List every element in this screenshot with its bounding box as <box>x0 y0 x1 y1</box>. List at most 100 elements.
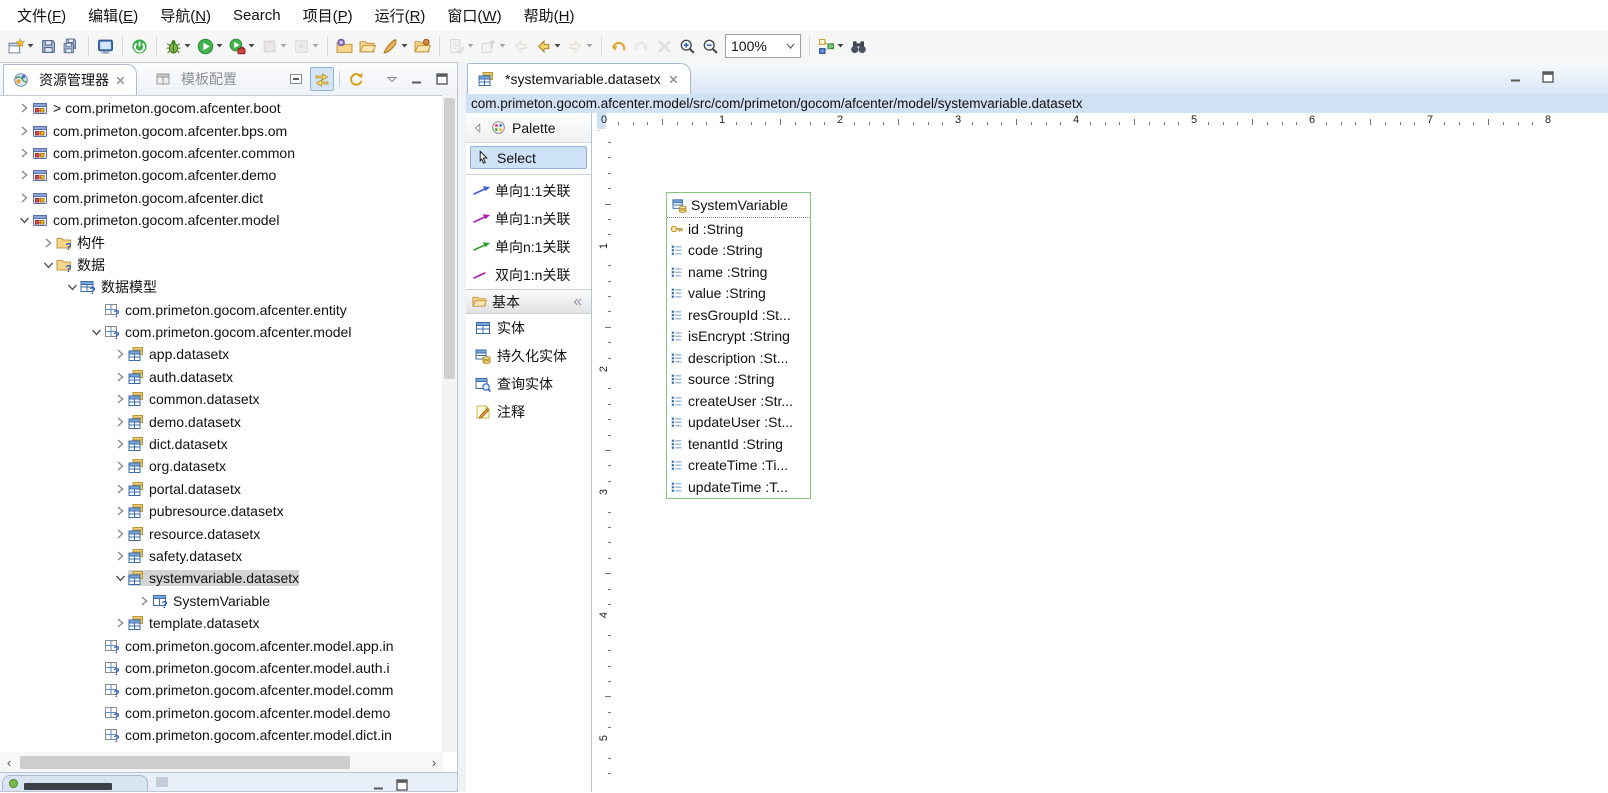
chevron-down-icon[interactable] <box>88 324 104 340</box>
chevron-right-icon[interactable] <box>112 414 128 430</box>
console-button[interactable] <box>95 32 116 60</box>
search-binoculars-button[interactable] <box>848 32 869 60</box>
tree-item[interactable]: com.primeton.gocom.afcenter.common <box>0 142 443 164</box>
new-wizard-button[interactable] <box>6 32 36 60</box>
chevron-right-icon[interactable] <box>16 167 32 183</box>
prev-edit-button[interactable] <box>510 32 531 60</box>
brush-button[interactable] <box>380 32 410 60</box>
minimize-button[interactable] <box>1508 69 1524 85</box>
partial-view-tab[interactable] <box>2 775 148 791</box>
chevron-down-icon[interactable] <box>64 279 80 295</box>
back-button[interactable] <box>533 32 563 60</box>
chevron-right-icon[interactable] <box>112 346 128 362</box>
menu-item-search[interactable]: Search <box>222 3 292 28</box>
chevron-right-icon[interactable] <box>112 526 128 542</box>
tree-item[interactable]: ?com.primeton.gocom.afcenter.model.app.i… <box>0 634 443 656</box>
chevron-right-icon[interactable] <box>112 481 128 497</box>
diagram-canvas[interactable]: SystemVariable id :Stringcode :Stringnam… <box>614 130 1608 792</box>
scrollbar-thumb[interactable] <box>444 98 455 379</box>
palette-tool-relation-2[interactable]: 单向n:1关联 <box>466 233 591 261</box>
entity-title-row[interactable]: SystemVariable <box>667 193 810 218</box>
menu-item-e[interactable]: 编辑(E) <box>77 1 149 30</box>
maximize-button[interactable] <box>431 68 453 90</box>
menu-item-f[interactable]: 文件(F) <box>6 1 77 30</box>
tree-item[interactable]: com.primeton.gocom.afcenter.dict <box>0 187 443 209</box>
chevron-right-icon[interactable] <box>112 548 128 564</box>
link-editor-button[interactable] <box>310 67 334 91</box>
tree-item[interactable]: ?com.primeton.gocom.afcenter.model <box>0 321 443 343</box>
editor-tab-systemvariable[interactable]: *systemvariable.datasetx <box>467 63 691 94</box>
chevron-right-icon[interactable] <box>112 503 128 519</box>
entity-systemvariable[interactable]: SystemVariable id :Stringcode :Stringnam… <box>666 192 811 499</box>
tree-item[interactable]: org.datasetx <box>0 455 443 477</box>
palette-tool-persist-entity[interactable]: 持久化实体 <box>466 342 591 370</box>
entity-attribute[interactable]: description :St... <box>667 347 810 369</box>
close-icon[interactable] <box>114 74 127 87</box>
collapse-section-icon[interactable] <box>571 295 585 309</box>
scroll-left-arrow[interactable]: ‹ <box>0 752 18 773</box>
entity-attribute[interactable]: value :String <box>667 283 810 305</box>
maximize-button[interactable] <box>1540 69 1556 85</box>
entity-attribute[interactable]: code :String <box>667 240 810 262</box>
palette-tool-relation-0[interactable]: 单向1:1关联 <box>466 177 591 205</box>
palette-tool-select[interactable]: Select <box>470 146 587 169</box>
tree-item[interactable]: ?com.primeton.gocom.afcenter.model.dict.… <box>0 724 443 746</box>
tab-resource-explorer[interactable]: 资源管理器 <box>3 64 137 95</box>
debug-button[interactable] <box>163 32 193 60</box>
chevron-right-icon[interactable] <box>112 369 128 385</box>
chevron-right-icon[interactable] <box>136 593 152 609</box>
run-button[interactable] <box>195 32 225 60</box>
tree-item[interactable]: ?数据模型 <box>0 276 443 298</box>
tree-item[interactable]: auth.datasetx <box>0 366 443 388</box>
forward-button[interactable] <box>565 32 595 60</box>
menu-item-p[interactable]: 项目(P) <box>292 1 364 30</box>
tree-item[interactable]: common.datasetx <box>0 388 443 410</box>
layout-button[interactable] <box>816 32 846 60</box>
tree-item[interactable]: ?数据 <box>0 254 443 276</box>
entity-attribute[interactable]: source :String <box>667 369 810 391</box>
menu-item-r[interactable]: 运行(R) <box>364 1 437 30</box>
scroll-right-arrow[interactable]: › <box>425 752 443 773</box>
tree-item[interactable]: com.primeton.gocom.afcenter.model <box>0 209 443 231</box>
chevron-right-icon[interactable] <box>16 190 32 206</box>
view-menu-button[interactable] <box>381 68 403 90</box>
refresh-button[interactable] <box>345 68 367 90</box>
entity-attribute[interactable]: createTime :Ti... <box>667 455 810 477</box>
save-all-button[interactable] <box>61 32 82 60</box>
entity-attribute[interactable]: isEncrypt :String <box>667 326 810 348</box>
run-config-button[interactable] <box>227 32 257 60</box>
chevron-down-icon[interactable] <box>40 257 56 273</box>
scrollbar-thumb[interactable] <box>20 756 350 769</box>
entity-attribute[interactable]: updateTime :T... <box>667 476 810 498</box>
chevron-right-icon[interactable] <box>16 100 32 116</box>
undo-button[interactable] <box>608 32 629 60</box>
entity-attribute[interactable]: tenantId :String <box>667 433 810 455</box>
chevron-right-icon[interactable] <box>16 145 32 161</box>
palette-tool-relation-3[interactable]: 双向1:n关联 <box>466 261 591 289</box>
tree-item[interactable]: > com.primeton.gocom.afcenter.boot <box>0 97 443 119</box>
tab-template-config[interactable]: 模板配置 <box>146 64 246 94</box>
relaunch-button[interactable] <box>291 32 321 60</box>
minimize-icon[interactable] <box>371 777 387 793</box>
entity-attribute[interactable]: createUser :Str... <box>667 390 810 412</box>
collapse-palette-icon[interactable] <box>471 121 485 135</box>
tree-item[interactable]: resource.datasetx <box>0 522 443 544</box>
resource-folder-button[interactable] <box>412 32 433 60</box>
stop-button[interactable] <box>259 32 289 60</box>
entity-attribute[interactable]: id :String <box>667 218 810 240</box>
spring-boot-button[interactable] <box>129 32 150 60</box>
tree-item[interactable]: safety.datasetx <box>0 545 443 567</box>
entity-attribute[interactable]: updateUser :St... <box>667 412 810 434</box>
tree-item[interactable]: com.primeton.gocom.afcenter.bps.om <box>0 119 443 141</box>
tree-horizontal-scrollbar[interactable]: ‹ › <box>0 752 443 773</box>
tree-item[interactable]: ?SystemVariable <box>0 590 443 612</box>
collapse-all-button[interactable] <box>285 68 307 90</box>
tree-item[interactable]: ?com.primeton.gocom.afcenter.entity <box>0 299 443 321</box>
chevron-right-icon[interactable] <box>40 235 56 251</box>
chevron-down-icon[interactable] <box>16 212 32 228</box>
tree-vertical-scrollbar[interactable] <box>442 95 457 752</box>
entity-attribute[interactable]: name :String <box>667 261 810 283</box>
update-button[interactable] <box>478 32 508 60</box>
maximize-icon[interactable] <box>394 777 410 793</box>
commit-button[interactable] <box>446 32 476 60</box>
